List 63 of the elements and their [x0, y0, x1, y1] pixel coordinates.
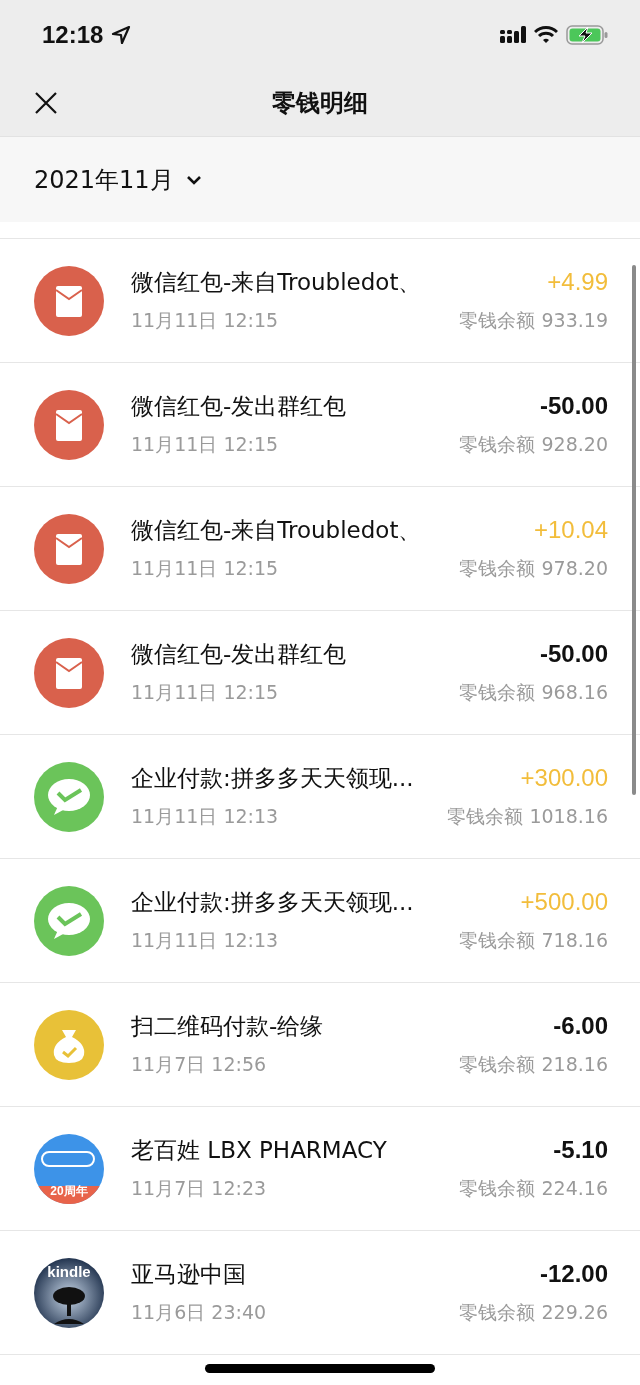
transaction-row[interactable]: 微信红包-发出群红包 -50.00 11月11日 12:15 零钱余额 968.16 — [0, 611, 640, 735]
location-arrow-icon — [111, 25, 132, 45]
transaction-time: 11月11日 12:15 — [131, 432, 279, 457]
page-title: 零钱明细 — [272, 88, 368, 119]
transaction-amount: +10.04 — [533, 516, 608, 544]
pharmacy-logo: 20周年 — [34, 1133, 104, 1204]
transaction-amount: -6.00 — [553, 1012, 608, 1040]
transaction-time: 11月7日 12:56 — [131, 1052, 267, 1077]
transaction-time: 11月6日 23:40 — [131, 1300, 267, 1325]
transaction-time: 11月7日 12:23 — [131, 1176, 267, 1201]
transaction-row[interactable]: 微信红包-来自Troubledot、 +4.99 11月11日 12:15 零钱余额 933.19 — [0, 239, 640, 363]
transaction-title: 微信红包-发出群红包 — [131, 392, 347, 421]
envelope-icon — [34, 637, 104, 708]
balance-text: 零钱余额 229.26 — [459, 1300, 608, 1325]
transaction-amount: -5.10 — [553, 1136, 608, 1164]
transaction-title: 微信红包-来自Troubledot、 — [131, 516, 422, 545]
transaction-title: 亚马逊中国 — [131, 1260, 246, 1289]
chevron-down-icon — [185, 174, 202, 185]
transaction-row[interactable]: 企业付款:拼多多天天领现... +300.00 11月11日 12:13 零钱余额 1018.16 — [0, 735, 640, 859]
transaction-amount: -50.00 — [539, 640, 608, 668]
transaction-title: 老百姓 LBX PHARMACY — [131, 1136, 387, 1165]
transaction-row[interactable]: 扫二维码付款-给缘 -6.00 11月7日 12:56 零钱余额 218.16 — [0, 983, 640, 1107]
balance-text: 零钱余额 978.20 — [459, 556, 608, 581]
signal-icon — [500, 26, 526, 44]
transaction-amount: +500.00 — [520, 888, 608, 916]
transaction-amount: -50.00 — [539, 392, 608, 420]
money-bag-icon — [34, 1009, 104, 1080]
transaction-amount: +300.00 — [520, 764, 608, 792]
transaction-amount: -12.00 — [539, 1260, 608, 1288]
transaction-title: 企业付款:拼多多天天领现... — [131, 888, 414, 917]
battery-charging-icon — [566, 25, 608, 45]
balance-text: 零钱余额 1018.16 — [447, 804, 608, 829]
transaction-time: 11月11日 12:15 — [131, 556, 279, 581]
transaction-time: 11月11日 12:13 — [131, 928, 279, 953]
balance-text: 零钱余额 968.16 — [459, 680, 608, 705]
transaction-title: 企业付款:拼多多天天领现... — [131, 764, 414, 793]
transaction-row[interactable]: 企业付款:拼多多天天领现... +500.00 11月11日 12:13 零钱余额 718.16 — [0, 859, 640, 983]
balance-text: 零钱余额 218.16 — [459, 1052, 608, 1077]
month-picker[interactable]: 2021年11月 — [34, 163, 202, 196]
transaction-row[interactable]: 微信红包-发出群红包 -50.00 11月11日 12:15 零钱余额 928.20 — [0, 363, 640, 487]
transaction-row[interactable]: 微信红包-来自Troubledot、 +10.04 11月11日 12:15 零钱余额 978.20 — [0, 487, 640, 611]
envelope-icon — [34, 265, 104, 336]
balance-text: 零钱余额 224.16 — [459, 1176, 608, 1201]
balance-text: 零钱余额 928.20 — [459, 432, 608, 457]
transaction-time: 11月11日 12:15 — [131, 308, 279, 333]
transaction-row[interactable]: kindle 亚马逊中国 -12.00 11月6日 23:40 零钱余额 229.26 — [0, 1231, 640, 1355]
wifi-icon — [534, 26, 558, 44]
transaction-time: 11月11日 12:15 — [131, 680, 279, 705]
transaction-time: 11月11日 12:13 — [131, 804, 279, 829]
transaction-amount: +4.99 — [547, 268, 608, 296]
kindle-logo: kindle — [34, 1257, 104, 1328]
transaction-row[interactable]: 20周年 老百姓 LBX PHARMACY -5.10 11月7日 12:23 零钱余额 224.16 — [0, 1107, 640, 1231]
chat-check-icon — [34, 761, 104, 832]
chat-check-icon — [34, 885, 104, 956]
close-icon — [34, 91, 58, 115]
transaction-title: 扫二维码付款-给缘 — [131, 1012, 324, 1041]
balance-text: 零钱余额 933.19 — [459, 308, 608, 333]
envelope-icon — [34, 513, 104, 584]
transaction-title: 微信红包-发出群红包 — [131, 640, 347, 669]
transaction-title: 微信红包-来自Troubledot、 — [131, 268, 422, 297]
envelope-icon — [34, 389, 104, 460]
balance-text: 零钱余额 718.16 — [459, 928, 608, 953]
status-time: 12:18 — [42, 21, 104, 49]
